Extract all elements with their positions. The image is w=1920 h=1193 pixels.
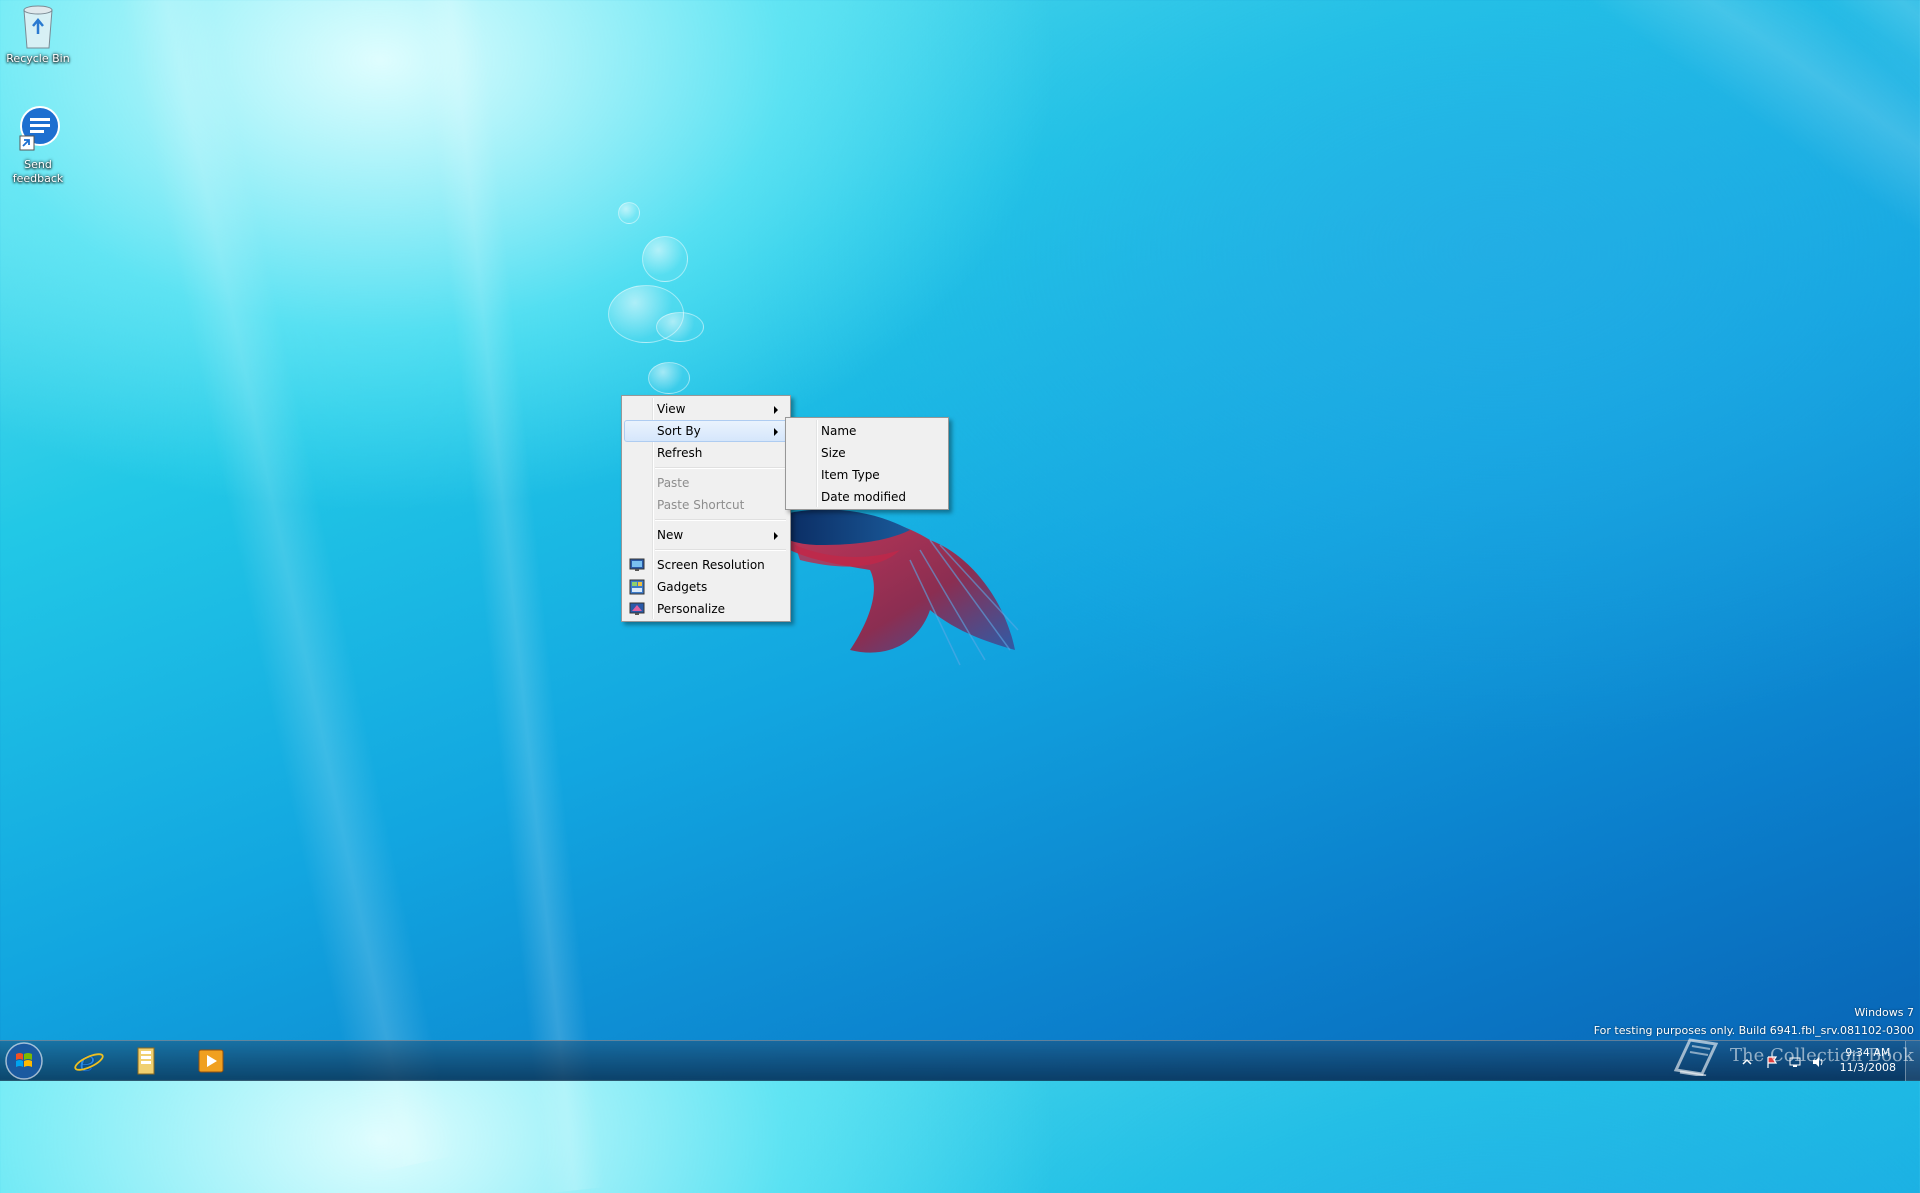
taskbar: e 9:34 AM 11/3/2008: [0, 1040, 1920, 1081]
menu-item-screen-resolution[interactable]: Screen Resolution: [624, 554, 788, 576]
sort-by-size[interactable]: Size: [788, 442, 946, 464]
taskbar-media-player[interactable]: [184, 1043, 238, 1079]
menu-item-sort-by[interactable]: Sort By: [624, 420, 788, 442]
brand-text: The Collection Book: [1730, 1044, 1914, 1066]
menu-item-gadgets[interactable]: Gadgets: [624, 576, 788, 598]
collection-book-watermark: The Collection Book: [1670, 1034, 1914, 1076]
sort-by-submenu: Name Size Item Type Date modified: [785, 417, 949, 510]
start-button[interactable]: [3, 1041, 45, 1081]
desktop-context-menu: View Sort By Refresh Paste Paste Shortcu…: [621, 395, 791, 622]
recycle-bin-shortcut[interactable]: Recycle Bin: [0, 2, 76, 66]
taskbar-internet-explorer[interactable]: e: [62, 1043, 116, 1079]
menu-item-label: New: [657, 528, 684, 542]
os-watermark-title: Windows 7: [1854, 1006, 1914, 1019]
light-ray: [1300, 0, 1920, 546]
taskbar-windows-explorer[interactable]: [120, 1043, 174, 1079]
recycle-bin-label: Recycle Bin: [6, 52, 70, 65]
menu-item-label: Item Type: [821, 468, 880, 482]
bubble: [618, 202, 640, 224]
bubble: [648, 362, 690, 394]
menu-item-label: Sort By: [657, 424, 701, 438]
menu-item-label: Refresh: [657, 446, 703, 460]
menu-item-personalize[interactable]: Personalize: [624, 598, 788, 620]
windows-logo-icon: [5, 1042, 43, 1080]
betta-fish-image: [780, 509, 1019, 666]
menu-item-new[interactable]: New: [624, 524, 788, 546]
menu-item-label: Paste Shortcut: [657, 498, 745, 512]
windows-explorer-icon: [137, 1047, 155, 1075]
submenu-arrow-icon: [774, 428, 778, 436]
menu-item-label: Personalize: [657, 602, 726, 616]
screen-resolution-icon: [629, 558, 645, 571]
send-feedback-shortcut[interactable]: Send feedback: [0, 106, 76, 186]
sort-by-date-modified[interactable]: Date modified: [788, 486, 946, 508]
menu-item-paste[interactable]: Paste: [624, 472, 788, 494]
light-ray: [120, 0, 458, 1174]
bubble: [656, 312, 704, 342]
submenu-arrow-icon: [774, 406, 778, 414]
sort-by-item-type[interactable]: Item Type: [788, 464, 946, 486]
light-ray: [1700, 0, 1920, 503]
menu-item-label: Screen Resolution: [657, 558, 765, 572]
internet-explorer-icon: e: [74, 1045, 104, 1077]
bubble: [642, 236, 688, 282]
sort-by-name[interactable]: Name: [788, 420, 946, 442]
gadgets-icon: [629, 579, 645, 595]
recycle-bin-icon: [23, 5, 53, 49]
menu-separator: [655, 467, 786, 469]
menu-item-label: Size: [821, 446, 846, 460]
submenu-arrow-icon: [774, 532, 778, 540]
send-feedback-icon: [19, 106, 60, 151]
menu-item-label: Date modified: [821, 490, 907, 504]
menu-item-refresh[interactable]: Refresh: [624, 442, 788, 464]
menu-item-paste-shortcut[interactable]: Paste Shortcut: [624, 494, 788, 516]
menu-separator: [655, 519, 786, 521]
menu-item-label: Gadgets: [657, 580, 708, 594]
personalize-icon: [629, 602, 645, 615]
menu-separator: [655, 549, 786, 551]
menu-item-label: Name: [821, 424, 857, 438]
book-logo-icon: [1673, 1038, 1719, 1076]
menu-item-view[interactable]: View: [624, 398, 788, 420]
menu-item-label: Paste: [657, 476, 690, 490]
media-player-icon: [198, 1049, 224, 1073]
send-feedback-label: Send feedback: [12, 158, 64, 185]
menu-item-label: View: [657, 402, 686, 416]
light-ray: [420, 0, 606, 1193]
